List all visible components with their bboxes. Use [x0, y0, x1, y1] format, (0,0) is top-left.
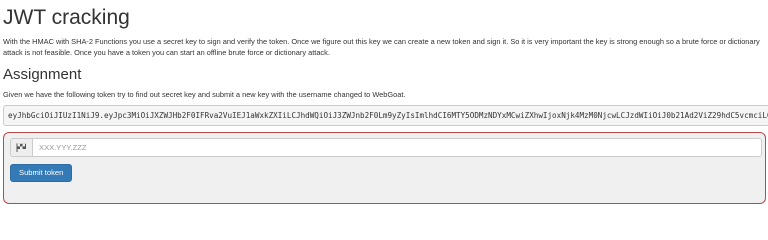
flag-icon-graphic: [16, 143, 26, 152]
assignment-description: Given we have the following token try to…: [3, 90, 406, 99]
intro-paragraph: With the HMAC with SHA-2 Functions you u…: [3, 37, 760, 57]
submit-token-button[interactable]: Submit token: [10, 164, 73, 182]
assignment-heading: Assignment: [3, 66, 82, 83]
flag-icon: [10, 138, 32, 157]
jwt-token-display: eyJhbGciOiJIUzI1NiJ9.eyJpc3MiOiJXZWJHb2F…: [3, 105, 768, 126]
assignment-form-panel: Submit token: [3, 132, 766, 204]
lesson-page: JWT cracking With the HMAC with SHA-2 Fu…: [0, 0, 768, 208]
token-input-group: [10, 138, 762, 157]
page-title: JWT cracking: [3, 6, 130, 29]
token-input[interactable]: [32, 138, 762, 157]
